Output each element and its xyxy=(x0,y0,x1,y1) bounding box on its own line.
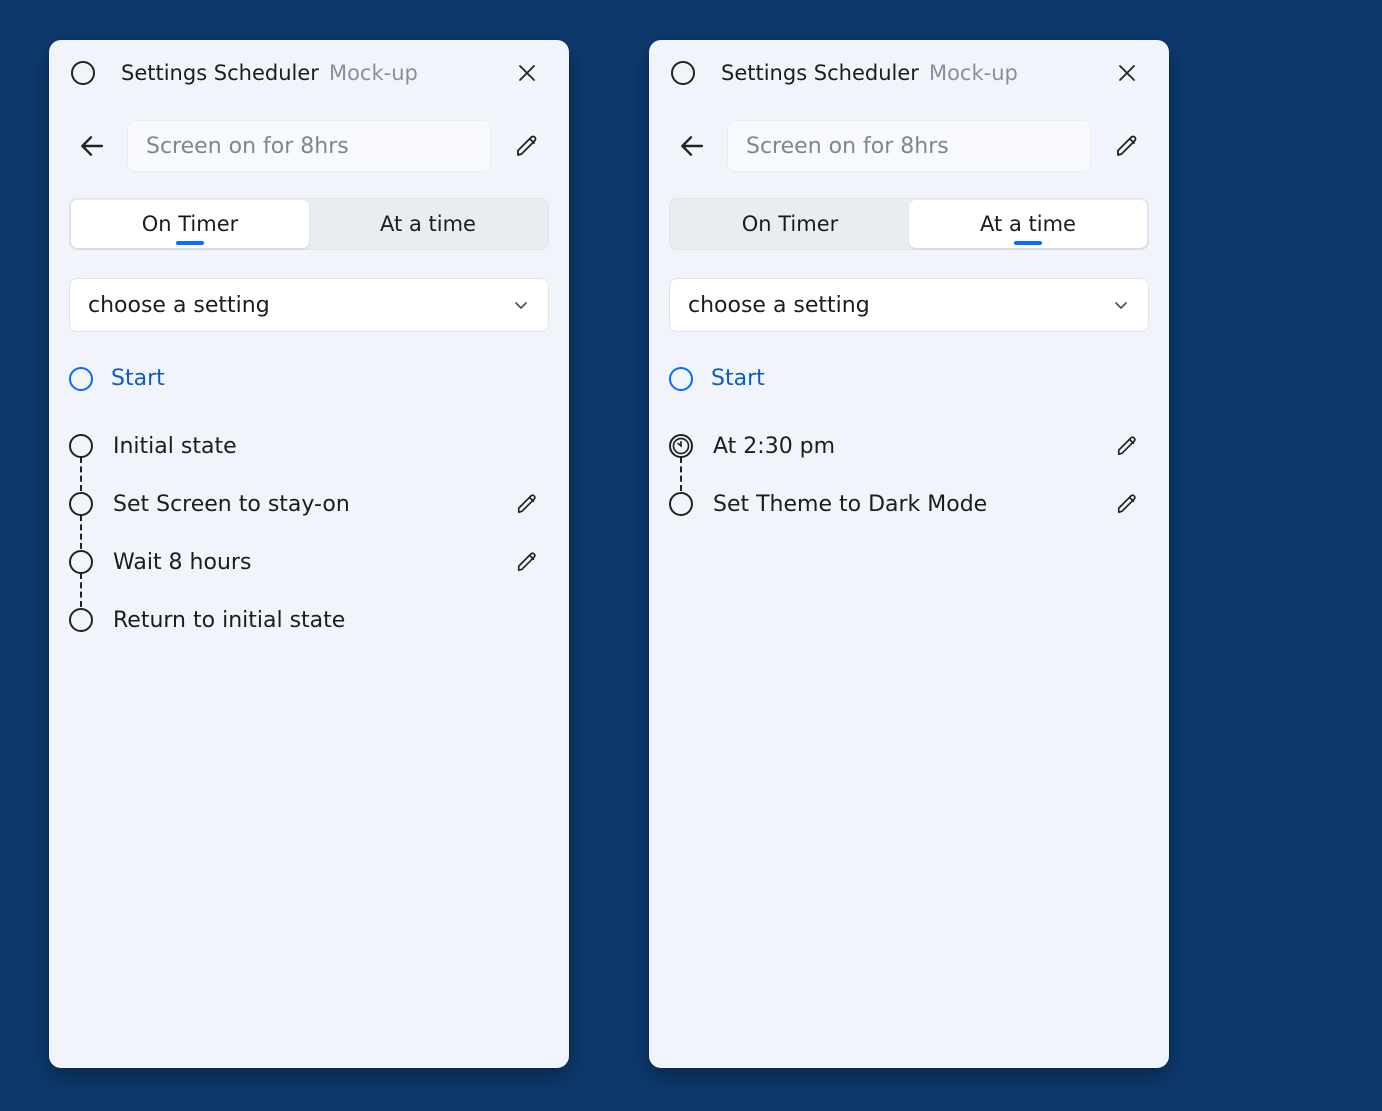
back-arrow-icon xyxy=(678,133,704,159)
pencil-icon xyxy=(515,134,539,158)
tab-on-timer[interactable]: On Timer xyxy=(71,200,309,248)
routine-name-input[interactable]: Screen on for 8hrs xyxy=(727,120,1091,172)
step-item: Wait 8 hours xyxy=(69,533,549,591)
tab-on-timer[interactable]: On Timer xyxy=(671,200,909,248)
window-title: Settings Scheduler xyxy=(721,61,919,85)
start-label: Start xyxy=(711,366,765,391)
setting-select-wrap: choose a setting xyxy=(69,278,549,332)
pencil-icon xyxy=(1116,493,1138,515)
window-title: Settings Scheduler xyxy=(121,61,319,85)
step-label: Initial state xyxy=(113,434,549,459)
step-bullet-icon xyxy=(669,492,693,516)
app-icon xyxy=(71,61,95,85)
start-icon xyxy=(669,367,693,391)
step-label: At 2:30 pm xyxy=(713,434,1105,459)
setting-select-wrap: choose a setting xyxy=(669,278,1149,332)
edit-step-button[interactable] xyxy=(505,482,549,526)
step-bullet-icon xyxy=(69,492,93,516)
tabs: On Timer At a time xyxy=(669,198,1149,250)
edit-step-button[interactable] xyxy=(505,540,549,584)
tab-label: At a time xyxy=(380,212,476,236)
start-row[interactable]: Start xyxy=(69,366,549,391)
clock-icon xyxy=(669,434,693,458)
header-row: Screen on for 8hrs xyxy=(649,106,1169,180)
start-label: Start xyxy=(111,366,165,391)
window-subtitle: Mock-up xyxy=(329,61,418,85)
step-item: Return to initial state xyxy=(69,591,549,649)
step-item: At 2:30 pm xyxy=(669,417,1149,475)
window-subtitle: Mock-up xyxy=(929,61,1018,85)
setting-select-placeholder: choose a setting xyxy=(688,293,870,318)
header-row: Screen on for 8hrs xyxy=(49,106,569,180)
tabs: On Timer At a time xyxy=(69,198,549,250)
pencil-icon xyxy=(1115,134,1139,158)
edit-name-button[interactable] xyxy=(505,124,549,168)
tab-label: On Timer xyxy=(742,212,839,236)
steps-list: Initial state Set Screen to stay-on Wait… xyxy=(69,417,549,649)
tab-label: At a time xyxy=(980,212,1076,236)
tab-at-a-time[interactable]: At a time xyxy=(909,200,1147,248)
close-button[interactable] xyxy=(505,51,549,95)
step-label: Wait 8 hours xyxy=(113,550,505,575)
steps-list: At 2:30 pm Set Theme to Dark Mode xyxy=(669,417,1149,533)
routine-name-input[interactable]: Screen on for 8hrs xyxy=(127,120,491,172)
step-bullet-icon xyxy=(69,434,93,458)
chevron-down-icon xyxy=(512,296,530,314)
back-button[interactable] xyxy=(69,124,113,168)
back-arrow-icon xyxy=(78,133,104,159)
step-label: Set Screen to stay-on xyxy=(113,492,505,517)
edit-name-button[interactable] xyxy=(1105,124,1149,168)
tab-label: On Timer xyxy=(142,212,239,236)
edit-step-button[interactable] xyxy=(1105,482,1149,526)
window-at-a-time: Settings Scheduler Mock-up Screen on for… xyxy=(649,40,1169,1068)
close-button[interactable] xyxy=(1105,51,1149,95)
step-item: Set Screen to stay-on xyxy=(69,475,549,533)
pencil-icon xyxy=(1116,435,1138,457)
start-row[interactable]: Start xyxy=(669,366,1149,391)
routine-name-placeholder: Screen on for 8hrs xyxy=(746,134,949,159)
back-button[interactable] xyxy=(669,124,713,168)
chevron-down-icon xyxy=(1112,296,1130,314)
window-on-timer: Settings Scheduler Mock-up Screen on for… xyxy=(49,40,569,1068)
setting-select[interactable]: choose a setting xyxy=(69,278,549,332)
step-item: Initial state xyxy=(69,417,549,475)
step-label: Return to initial state xyxy=(113,608,549,633)
routine-name-placeholder: Screen on for 8hrs xyxy=(146,134,349,159)
edit-step-button[interactable] xyxy=(1105,424,1149,468)
step-bullet-icon xyxy=(69,608,93,632)
setting-select[interactable]: choose a setting xyxy=(669,278,1149,332)
step-item: Set Theme to Dark Mode xyxy=(669,475,1149,533)
titlebar: Settings Scheduler Mock-up xyxy=(49,40,569,106)
tab-at-a-time[interactable]: At a time xyxy=(309,200,547,248)
close-icon xyxy=(1118,64,1136,82)
app-icon xyxy=(671,61,695,85)
setting-select-placeholder: choose a setting xyxy=(88,293,270,318)
step-bullet-icon xyxy=(69,550,93,574)
step-label: Set Theme to Dark Mode xyxy=(713,492,1105,517)
titlebar: Settings Scheduler Mock-up xyxy=(649,40,1169,106)
start-icon xyxy=(69,367,93,391)
close-icon xyxy=(518,64,536,82)
pencil-icon xyxy=(516,551,538,573)
pencil-icon xyxy=(516,493,538,515)
